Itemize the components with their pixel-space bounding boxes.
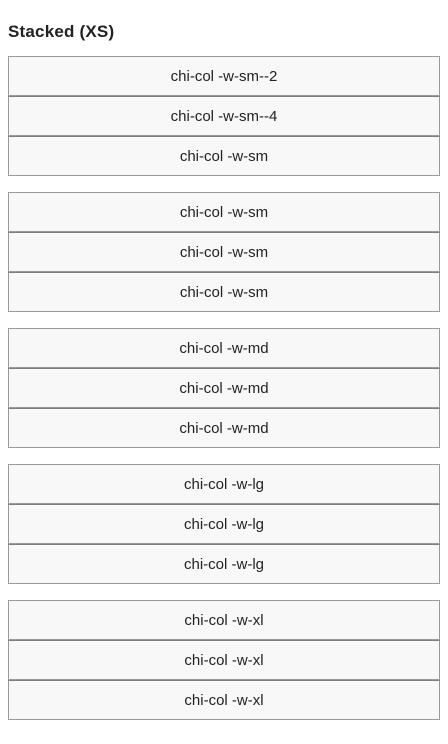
grid-column-cell: chi-col -w-sm <box>8 232 440 272</box>
grid-column-cell: chi-col -w-md <box>8 408 440 448</box>
grid-row-group-2: chi-col -w-sm chi-col -w-sm chi-col -w-s… <box>8 192 440 312</box>
grid-row-group-5: chi-col -w-xl chi-col -w-xl chi-col -w-x… <box>8 600 440 720</box>
grid-row-group-4: chi-col -w-lg chi-col -w-lg chi-col -w-l… <box>8 464 440 584</box>
grid-column-cell: chi-col -w-lg <box>8 504 440 544</box>
section-title: Stacked (XS) <box>8 22 115 41</box>
grid-column-cell: chi-col -w-sm--2 <box>8 56 440 96</box>
grid-column-cell: chi-col -w-md <box>8 368 440 408</box>
page: Stacked (XS) chi-col -w-sm--2 chi-col -w… <box>0 0 448 744</box>
grid-column-cell: chi-col -w-lg <box>8 464 440 504</box>
grid-column-cell: chi-col -w-lg <box>8 544 440 584</box>
grid-column-cell: chi-col -w-sm--4 <box>8 96 440 136</box>
grid-row-group-1: chi-col -w-sm--2 chi-col -w-sm--4 chi-co… <box>8 56 440 176</box>
grid-column-cell: chi-col -w-sm <box>8 272 440 312</box>
grid-column-cell: chi-col -w-sm <box>8 136 440 176</box>
grid-column-cell: chi-col -w-xl <box>8 640 440 680</box>
grid-column-cell: chi-col -w-xl <box>8 680 440 720</box>
grid-row-group-3: chi-col -w-md chi-col -w-md chi-col -w-m… <box>8 328 440 448</box>
grid-column-cell: chi-col -w-md <box>8 328 440 368</box>
grid-column-cell: chi-col -w-xl <box>8 600 440 640</box>
grid-column-cell: chi-col -w-sm <box>8 192 440 232</box>
